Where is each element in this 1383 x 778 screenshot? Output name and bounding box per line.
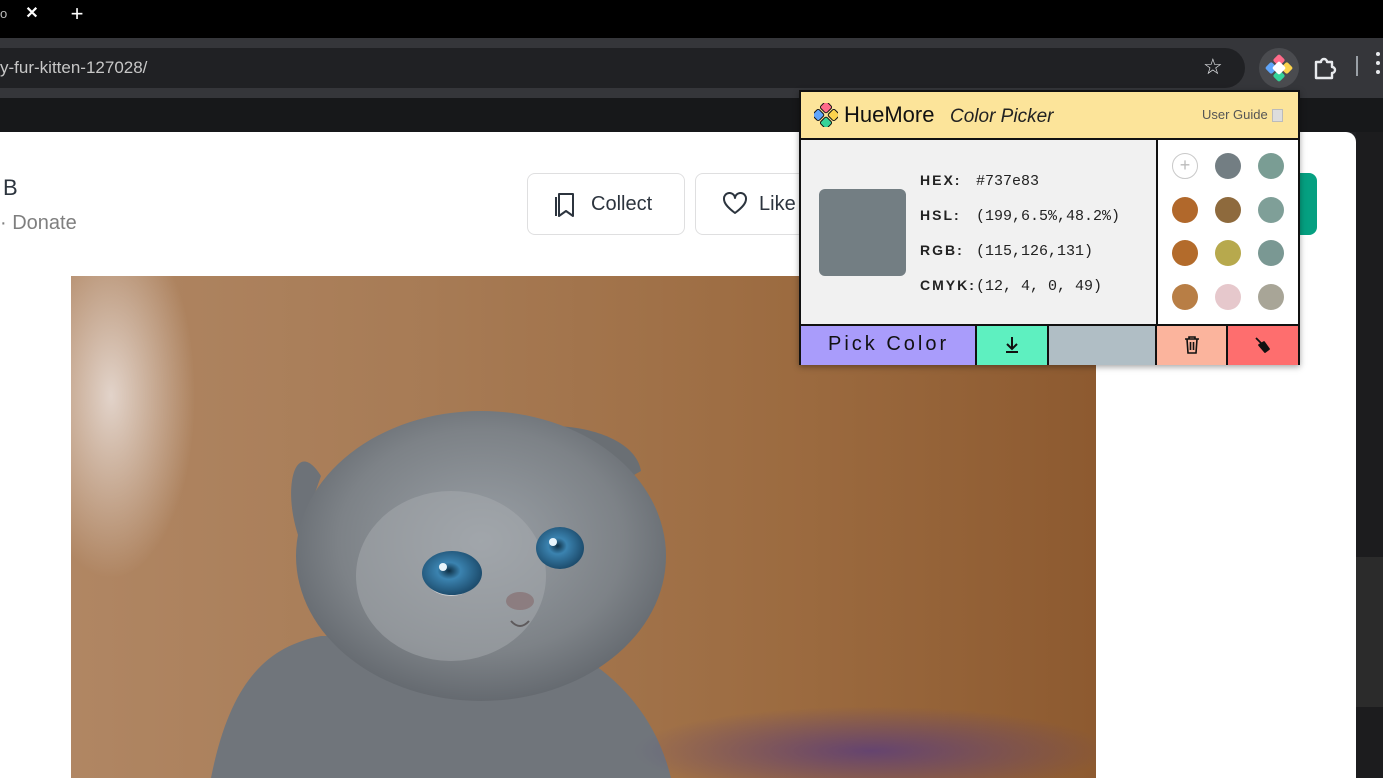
rgb-value[interactable]: (115,126,131) [976,243,1093,260]
broom-icon [1255,337,1270,353]
hex-label: HEX: [920,172,962,188]
huemore-extension-button[interactable] [1259,48,1299,88]
palette-color-swatch[interactable] [1215,197,1241,223]
popup-footer: Pick Color [801,324,1298,365]
hsl-label: HSL: [920,207,961,223]
palette-color-swatch[interactable] [1215,153,1241,179]
huemore-icon [1265,54,1293,82]
heart-icon [723,192,747,214]
collect-label: Collect [591,193,653,215]
brand-subtitle: Color Picker [950,106,1054,127]
palette-color-swatch[interactable] [1215,240,1241,266]
saved-colors-palette: + [1158,140,1298,324]
palette-color-swatch[interactable] [1258,197,1284,223]
url-text[interactable]: y-fur-kitten-127028/ [0,58,147,78]
hsl-row[interactable]: HSL: (199,6.5%,48.2%) [920,207,1120,225]
tab-title[interactable]: o [0,6,7,21]
extensions-puzzle-icon[interactable] [1310,54,1338,82]
collect-button[interactable]: Collect [527,173,685,235]
cmyk-value[interactable]: (12, 4, 0, 49) [976,278,1102,295]
pick-color-label: Pick Color [828,333,950,355]
document-icon [1272,109,1283,122]
author-name[interactable]: B [3,175,18,201]
cmyk-row[interactable]: CMYK:(12, 4, 0, 49) [920,277,1102,295]
rgb-row[interactable]: RGB: (115,126,131) [920,242,1093,260]
huemore-popup: HueMore Color Picker User Guide HEX: #737… [799,90,1300,365]
palette-color-swatch[interactable] [1258,240,1284,266]
like-label: Like [759,193,796,215]
palette-color-swatch[interactable] [1172,284,1198,310]
palette-color-swatch[interactable] [1172,240,1198,266]
brand-name: HueMore [844,102,935,127]
address-bar[interactable]: y-fur-kitten-127028/ ☆ [0,48,1245,88]
previous-color-preview [1049,326,1157,365]
hsl-value[interactable]: (199,6.5%,48.2%) [976,208,1120,225]
tab-strip: o ✕ + [0,0,1383,38]
clear-all-button[interactable] [1228,326,1298,365]
delete-color-button[interactable] [1157,326,1228,365]
palette-color-swatch[interactable] [1172,197,1198,223]
donate-link[interactable]: · Donate [0,212,77,235]
new-tab-icon[interactable]: + [66,2,88,26]
bookmark-star-icon[interactable]: ☆ [1203,54,1223,80]
page-edge [1356,132,1383,778]
popup-header: HueMore Color Picker User Guide [801,92,1298,140]
download-icon [1006,337,1018,353]
trash-icon [1185,336,1199,354]
hex-row[interactable]: HEX: #737e83 [920,172,1039,190]
tab-close-icon[interactable]: ✕ [22,4,42,24]
palette-color-swatch[interactable] [1215,284,1241,310]
cmyk-label: CMYK: [920,277,976,293]
add-color-icon[interactable]: + [1172,153,1198,179]
browser-menu-icon[interactable] [1376,52,1383,82]
user-guide-link[interactable]: User Guide [1202,107,1268,122]
browser-toolbar: y-fur-kitten-127028/ ☆ [0,38,1383,98]
current-color-swatch [819,189,906,276]
download-palette-button[interactable] [977,326,1049,365]
rgb-label: RGB: [920,242,964,258]
pick-color-button[interactable]: Pick Color [801,326,977,365]
toolbar-divider [1356,56,1358,76]
color-details: HEX: #737e83 HSL: (199,6.5%,48.2%) RGB: (11… [801,140,1158,324]
bookmark-icon [555,193,574,217]
huemore-logo-icon [814,103,838,127]
palette-color-swatch[interactable] [1258,284,1284,310]
palette-color-swatch[interactable] [1258,153,1284,179]
hex-value[interactable]: #737e83 [976,173,1039,190]
